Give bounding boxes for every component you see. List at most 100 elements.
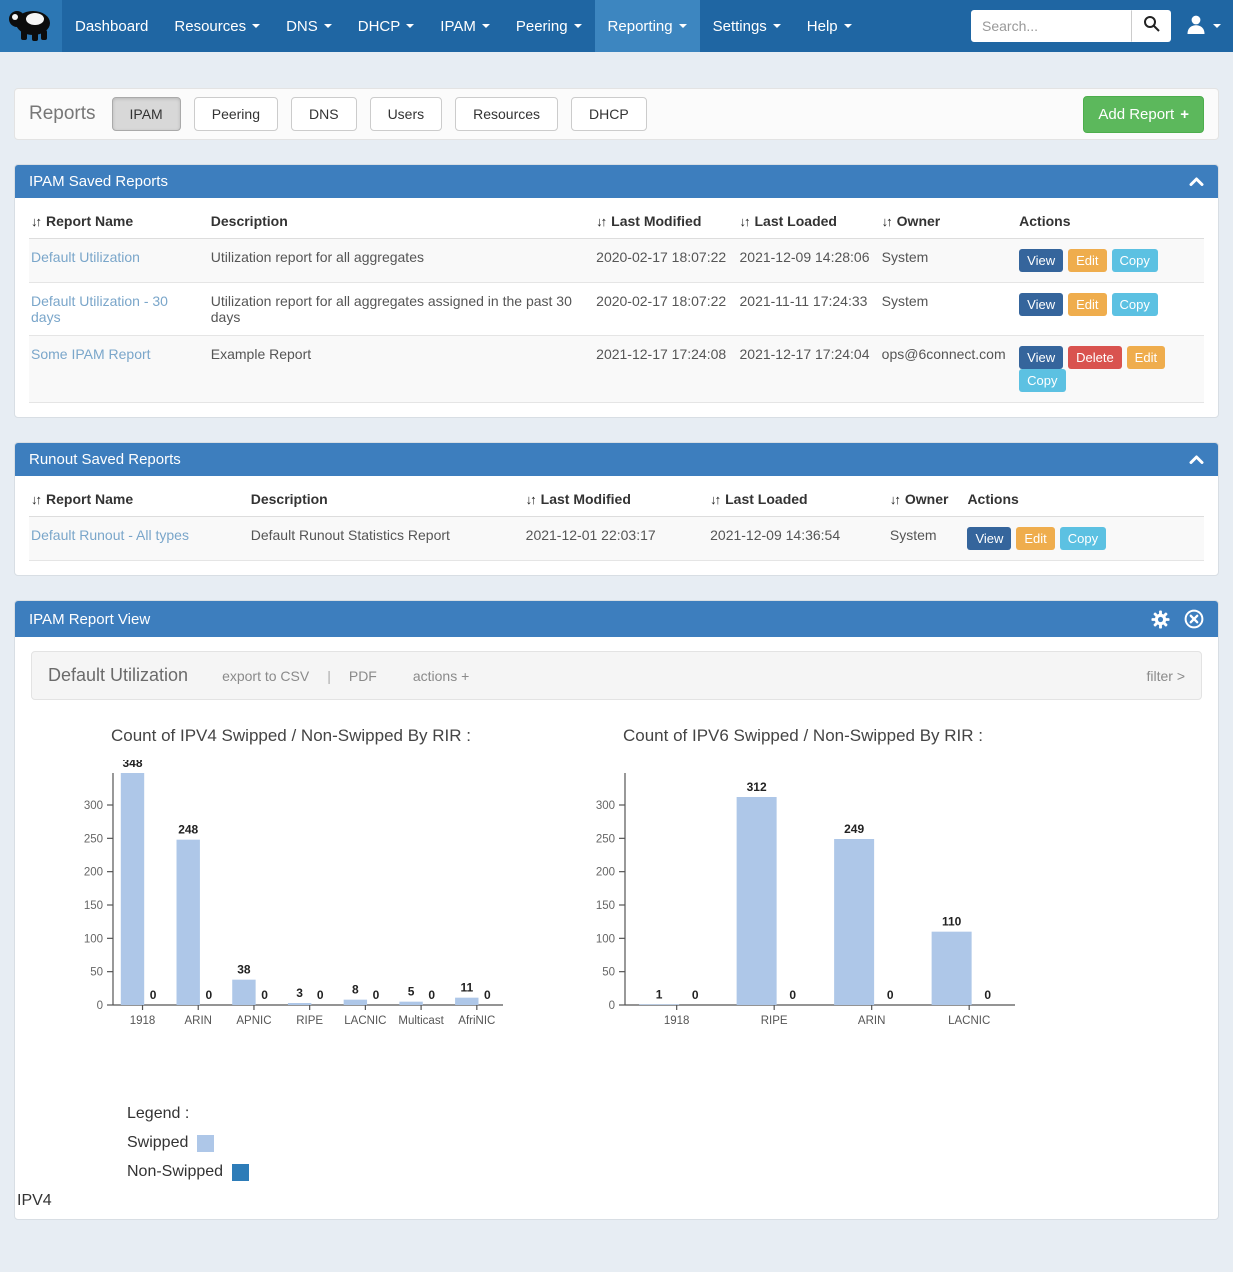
sort-icon[interactable]: ↓↑ (710, 492, 719, 507)
ipam-saved-reports-header[interactable]: IPAM Saved Reports (15, 165, 1218, 198)
nav-item-ipam[interactable]: IPAM (427, 0, 503, 52)
svg-text:0: 0 (373, 988, 380, 1002)
gear-icon[interactable] (1151, 610, 1170, 629)
copy-button[interactable]: Copy (1019, 369, 1065, 392)
ipam-report-view-panel: IPAM Report View (14, 600, 1219, 1220)
column-header-last-modified[interactable]: ↓↑Last Modified (594, 204, 737, 239)
nav-item-settings[interactable]: Settings (700, 0, 794, 52)
column-header-last-modified[interactable]: ↓↑Last Modified (524, 482, 708, 517)
report-tab-users[interactable]: Users (370, 97, 443, 131)
view-button[interactable]: View (1019, 346, 1063, 369)
table-row: Default Utilization - 30 daysUtilization… (29, 283, 1204, 336)
sort-icon[interactable]: ↓↑ (31, 492, 40, 507)
reports-title: Reports (29, 103, 96, 125)
report-name-link[interactable]: Default Utilization (31, 249, 140, 265)
copy-button[interactable]: Copy (1060, 527, 1106, 550)
collapse-chevron-up-icon[interactable] (1189, 177, 1204, 186)
delete-button[interactable]: Delete (1068, 346, 1122, 369)
report-name-link[interactable]: Default Utilization - 30 days (31, 293, 168, 325)
svg-text:5: 5 (408, 985, 415, 999)
reports-bar: Reports IPAM Peering DNS Users Resources DHCP… (14, 88, 1219, 140)
copy-button[interactable]: Copy (1112, 293, 1158, 316)
edit-button[interactable]: Edit (1068, 249, 1106, 272)
view-button[interactable]: View (1019, 293, 1063, 316)
svg-text:38: 38 (237, 963, 251, 977)
nav-item-dns[interactable]: DNS (273, 0, 345, 52)
sort-icon[interactable]: ↓↑ (596, 214, 605, 229)
table-row: Some IPAM ReportExample Report2021-12-17… (29, 336, 1204, 403)
report-description: Example Report (209, 336, 594, 403)
column-header-last-loaded[interactable]: ↓↑Last Loaded (708, 482, 888, 517)
report-tab-resources[interactable]: Resources (455, 97, 558, 131)
report-name-link[interactable]: Default Runout - All types (31, 527, 189, 543)
report-tab-dns[interactable]: DNS (291, 97, 357, 131)
svg-text:3: 3 (296, 986, 303, 1000)
nav-item-peering[interactable]: Peering (503, 0, 595, 52)
svg-text:348: 348 (122, 760, 142, 770)
chevron-down-icon (324, 24, 332, 28)
actions-cell: ViewEdit Copy (1017, 283, 1204, 336)
report-title: Default Utilization (48, 665, 188, 686)
section-label-ipv4: IPV4 (17, 1192, 1218, 1210)
sort-icon[interactable]: ↓↑ (31, 214, 40, 229)
nav-item-label: Dashboard (75, 18, 148, 35)
sort-icon[interactable]: ↓↑ (890, 492, 899, 507)
report-tab-peering[interactable]: Peering (194, 97, 278, 131)
column-header-owner[interactable]: ↓↑Owner (880, 204, 1017, 239)
nav-item-dhcp[interactable]: DHCP (345, 0, 428, 52)
chart-legend: Legend : SwippedNon-Swipped (127, 1105, 1218, 1181)
nav-item-help[interactable]: Help (794, 0, 865, 52)
svg-text:0: 0 (150, 988, 157, 1002)
edit-button[interactable]: Edit (1127, 346, 1165, 369)
report-tab-dhcp[interactable]: DHCP (571, 97, 647, 131)
collapse-chevron-up-icon[interactable] (1189, 455, 1204, 464)
toolbar-separator: | (327, 668, 331, 684)
runout-saved-reports-panel: Runout Saved Reports ↓↑Report NameDescri… (14, 442, 1219, 576)
report-tab-ipam[interactable]: IPAM (112, 97, 181, 131)
sort-icon[interactable]: ↓↑ (740, 214, 749, 229)
edit-button[interactable]: Edit (1068, 293, 1106, 316)
copy-button[interactable]: Copy (1112, 249, 1158, 272)
svg-text:50: 50 (602, 967, 615, 979)
chevron-down-icon (773, 24, 781, 28)
column-header-last-loaded[interactable]: ↓↑Last Loaded (738, 204, 880, 239)
nav-item-reporting[interactable]: Reporting (595, 0, 700, 52)
export-pdf-link[interactable]: PDF (349, 668, 377, 684)
search-button[interactable] (1131, 10, 1171, 42)
sort-icon[interactable]: ↓↑ (882, 214, 891, 229)
chart-title: Count of IPV4 Swipped / Non-Swipped By R… (41, 726, 541, 746)
chevron-down-icon (482, 24, 490, 28)
sort-icon[interactable]: ↓↑ (526, 492, 535, 507)
column-header-report-name[interactable]: ↓↑Report Name (29, 482, 249, 517)
table-row: Default Runout - All typesDefault Runout… (29, 517, 1204, 561)
report-name-link[interactable]: Some IPAM Report (31, 346, 151, 362)
close-circle-icon[interactable] (1184, 609, 1204, 629)
svg-text:RIPE: RIPE (296, 1015, 323, 1027)
view-button[interactable]: View (967, 527, 1011, 550)
column-header-owner[interactable]: ↓↑Owner (888, 482, 966, 517)
svg-text:AfriNIC: AfriNIC (458, 1015, 495, 1027)
svg-text:110: 110 (942, 915, 962, 929)
actions-menu-link[interactable]: actions + (413, 668, 469, 684)
export-csv-link[interactable]: export to CSV (222, 668, 309, 684)
search-icon (1143, 15, 1160, 37)
add-report-button[interactable]: Add Report+ (1083, 96, 1204, 133)
user-menu[interactable] (1185, 0, 1221, 52)
search-input[interactable] (971, 10, 1131, 42)
svg-text:RIPE: RIPE (761, 1015, 788, 1027)
column-header-report-name[interactable]: ↓↑Report Name (29, 204, 209, 239)
nav-item-dashboard[interactable]: Dashboard (62, 0, 161, 52)
edit-button[interactable]: Edit (1016, 527, 1054, 550)
runout-saved-reports-header[interactable]: Runout Saved Reports (15, 443, 1218, 476)
nav-item-label: Help (807, 18, 838, 35)
actions-cell: ViewDeleteEdit Copy (1017, 336, 1204, 403)
column-header-description: Description (249, 482, 524, 517)
nav-item-resources[interactable]: Resources (161, 0, 273, 52)
logo-animal-icon (8, 6, 54, 47)
app-logo[interactable] (0, 0, 62, 52)
view-button[interactable]: View (1019, 249, 1063, 272)
filter-toggle-link[interactable]: filter > (1146, 668, 1185, 684)
user-caret-icon (1213, 24, 1221, 28)
svg-text:1: 1 (656, 987, 663, 1001)
legend-label: Non-Swipped (127, 1163, 223, 1181)
